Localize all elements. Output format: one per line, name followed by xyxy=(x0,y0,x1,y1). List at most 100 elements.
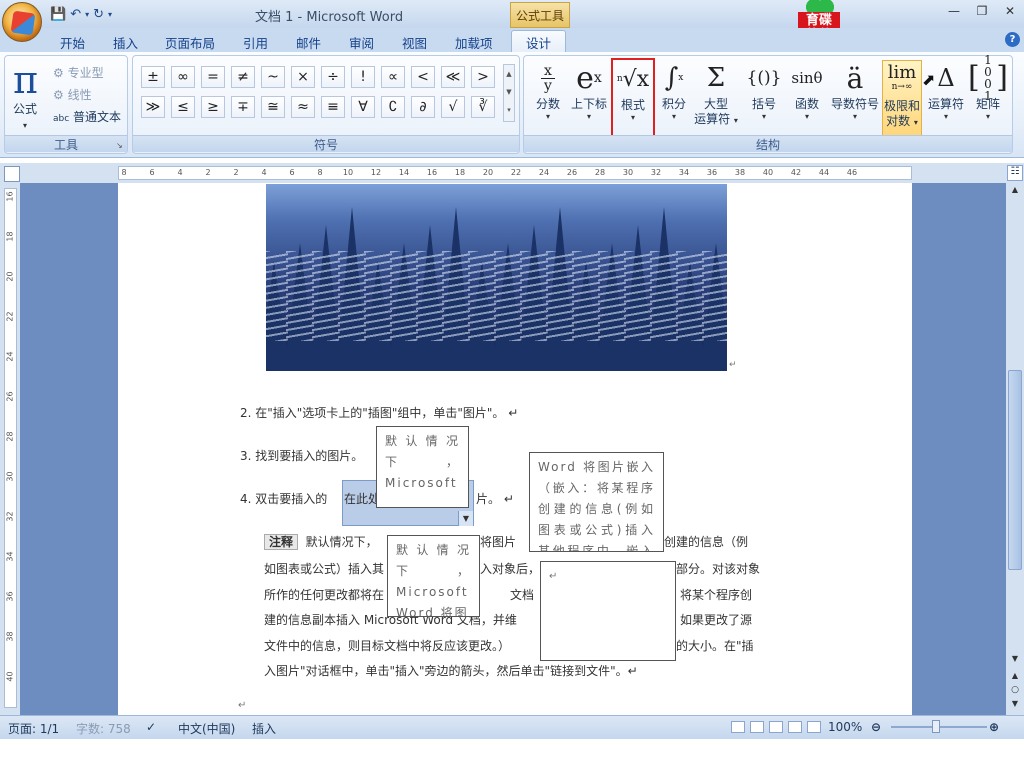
sum-icon: Σ xyxy=(706,63,726,93)
window-title: 文档 1 - Microsoft Word xyxy=(255,10,404,25)
symbol-button[interactable]: ≫ xyxy=(141,96,165,118)
symbol-button[interactable]: < xyxy=(411,66,435,88)
vruler-number: 24 xyxy=(5,351,15,362)
spell-check-icon[interactable]: ✓ xyxy=(146,720,156,734)
scroll-down-icon[interactable]: ▼ xyxy=(1009,654,1021,666)
symbol-button[interactable]: ÷ xyxy=(321,66,345,88)
professional-option[interactable]: ⚙ 专业型 xyxy=(53,64,104,81)
undo-dropdown-icon[interactable]: ▾ xyxy=(85,10,89,19)
draft-view-icon[interactable] xyxy=(807,721,821,733)
note-line-3c: 将某个程序创 xyxy=(680,588,753,602)
function-icon: sinθ xyxy=(791,69,823,87)
save-icon[interactable]: 💾 xyxy=(50,7,66,22)
restore-icon[interactable]: ❐ xyxy=(973,4,991,20)
symbol-button[interactable]: ∞ xyxy=(171,66,195,88)
symbol-button[interactable]: ≡ xyxy=(321,96,345,118)
tab-home[interactable]: 开始 xyxy=(60,31,85,52)
fraction-button[interactable]: xy 分数 ▾ xyxy=(530,59,566,135)
large-operator-button[interactable]: Σ 大型 运算符 ▾ xyxy=(692,59,740,135)
zoom-out-icon[interactable]: ⊖ xyxy=(871,720,881,734)
redo-icon[interactable]: ↻ xyxy=(93,7,104,22)
tab-page-layout[interactable]: 页面布局 xyxy=(165,31,215,52)
view-ruler-icon[interactable]: ☷ xyxy=(1007,165,1023,181)
symbol-scroll[interactable]: ▲ ▼ ▾ xyxy=(503,64,515,122)
symbol-button[interactable]: ≠ xyxy=(231,66,255,88)
undo-icon[interactable]: ↶ xyxy=(70,7,81,22)
limit-log-button[interactable]: lim n→∞ 极限和 对数 ▾ xyxy=(882,60,922,136)
function-button[interactable]: sinθ 函数 ▾ xyxy=(787,59,827,135)
symbol-button[interactable]: ≈ xyxy=(291,96,315,118)
tab-review[interactable]: 审阅 xyxy=(349,31,374,52)
forest-photo[interactable] xyxy=(266,184,727,371)
symbol-button[interactable]: ∛ xyxy=(471,96,495,118)
word-count[interactable]: 字数: 758 xyxy=(76,720,131,737)
full-screen-view-icon[interactable] xyxy=(750,721,764,733)
tab-design[interactable]: 设计 xyxy=(511,30,567,52)
next-page-icon[interactable]: ▼ xyxy=(1009,699,1021,711)
symbols-group: ± ∞ = ≠ ~ × ÷! ∝ < ≪ > ≫ ≤ ≥ ∓ ≅ ≈ ≡ ∀ ∁ ∂ √ ∛ ▲ ▼ ▾ 符号 xyxy=(132,55,520,154)
symbol-button[interactable]: ∁ xyxy=(381,96,405,118)
bracket-button[interactable]: {()} 括号 ▾ xyxy=(744,59,784,135)
symbol-button[interactable]: ~ xyxy=(261,66,285,88)
web-layout-view-icon[interactable] xyxy=(769,721,783,733)
script-button[interactable]: ex 上下标 ▾ xyxy=(568,59,610,135)
textbox-4[interactable]: ↵ xyxy=(540,561,676,661)
note-line-2b: 入对象后， xyxy=(480,562,541,576)
symbol-button[interactable]: ± xyxy=(141,66,165,88)
minimize-icon[interactable]: — xyxy=(945,4,963,20)
symbol-button[interactable]: ≪ xyxy=(441,66,465,88)
scrollbar-thumb[interactable] xyxy=(1008,370,1022,570)
browse-object-icon[interactable]: ○ xyxy=(1009,685,1021,697)
tab-insert[interactable]: 插入 xyxy=(113,31,138,52)
bracket-dropdown-icon: ▾ xyxy=(761,112,766,121)
symbol-button[interactable]: ∝ xyxy=(381,66,405,88)
formula-button[interactable]: 公式 ▾ xyxy=(13,100,37,131)
tab-view[interactable]: 视图 xyxy=(402,31,427,52)
symbol-button[interactable]: ≅ xyxy=(261,96,285,118)
zoom-level[interactable]: 100% xyxy=(828,720,862,734)
script-dropdown-icon: ▾ xyxy=(586,112,591,121)
scroll-up-icon[interactable]: ▲ xyxy=(1009,185,1021,197)
accent-button[interactable]: ä 导数符号 ▾ xyxy=(829,59,881,135)
tab-references[interactable]: 引用 xyxy=(243,31,268,52)
close-icon[interactable]: ✕ xyxy=(1001,4,1019,20)
symbol-button[interactable]: × xyxy=(291,66,315,88)
page-indicator[interactable]: 页面: 1/1 xyxy=(8,720,59,737)
symbol-button[interactable]: > xyxy=(471,66,495,88)
symbol-button[interactable]: = xyxy=(201,66,225,88)
prev-page-icon[interactable]: ▲ xyxy=(1009,671,1021,683)
operator-button[interactable]: Δ 运算符 ▾ xyxy=(926,59,966,135)
textbox-1[interactable]: 默认情况下，Microsoft xyxy=(376,426,469,508)
customize-icon[interactable]: ▾ xyxy=(108,10,112,19)
symbol-button[interactable]: ∂ xyxy=(411,96,435,118)
help-icon[interactable]: ? xyxy=(1005,32,1020,47)
language-indicator[interactable]: 中文(中国) xyxy=(178,720,235,737)
ribbon-tab-bar: 开始 插入 页面布局 引用 邮件 审阅 视图 加载项 设计 xyxy=(0,28,1024,52)
zoom-in-icon[interactable]: ⊕ xyxy=(989,720,999,734)
textbox-dropdown-icon[interactable]: ▼ xyxy=(458,511,473,526)
symbol-button[interactable]: ≥ xyxy=(201,96,225,118)
textbox-2[interactable]: Word 将图片嵌入（嵌入：将某程序创建的信息(例如图表或公式)插入其他程序中。… xyxy=(529,452,664,552)
zoom-slider-handle[interactable] xyxy=(932,720,940,733)
symbol-button[interactable]: ! xyxy=(351,66,375,88)
symbol-button[interactable]: √ xyxy=(441,96,465,118)
plain-text-option[interactable]: abc 普通文本 xyxy=(53,108,121,125)
symbol-button[interactable]: ∓ xyxy=(231,96,255,118)
outline-view-icon[interactable] xyxy=(788,721,802,733)
dialog-launcher-icon[interactable]: ↘ xyxy=(116,141,124,150)
linear-option[interactable]: ⚙ 线性 xyxy=(53,86,92,103)
symbol-button[interactable]: ∀ xyxy=(351,96,375,118)
matrix-button[interactable]: [1 00 1] 矩阵 ▾ xyxy=(968,54,1008,135)
symbol-button[interactable]: ≤ xyxy=(171,96,195,118)
tab-addins[interactable]: 加载项 xyxy=(455,31,493,52)
note-line-5b: 的大小。在"插 xyxy=(676,639,754,653)
tab-mailings[interactable]: 邮件 xyxy=(296,31,321,52)
insert-mode-indicator[interactable]: 插入 xyxy=(252,720,276,737)
textbox-3[interactable]: 默认情况下，Microsoft Word 将图 xyxy=(387,535,480,617)
pi-icon[interactable]: π xyxy=(13,60,38,100)
ruler-number: 6 xyxy=(289,168,295,177)
integral-button[interactable]: ∫ x 积分 ▾ xyxy=(657,59,691,135)
print-layout-view-icon[interactable] xyxy=(731,721,745,733)
radical-button[interactable]: n √x 根式 ▾ xyxy=(611,58,655,138)
office-button[interactable] xyxy=(2,2,42,42)
